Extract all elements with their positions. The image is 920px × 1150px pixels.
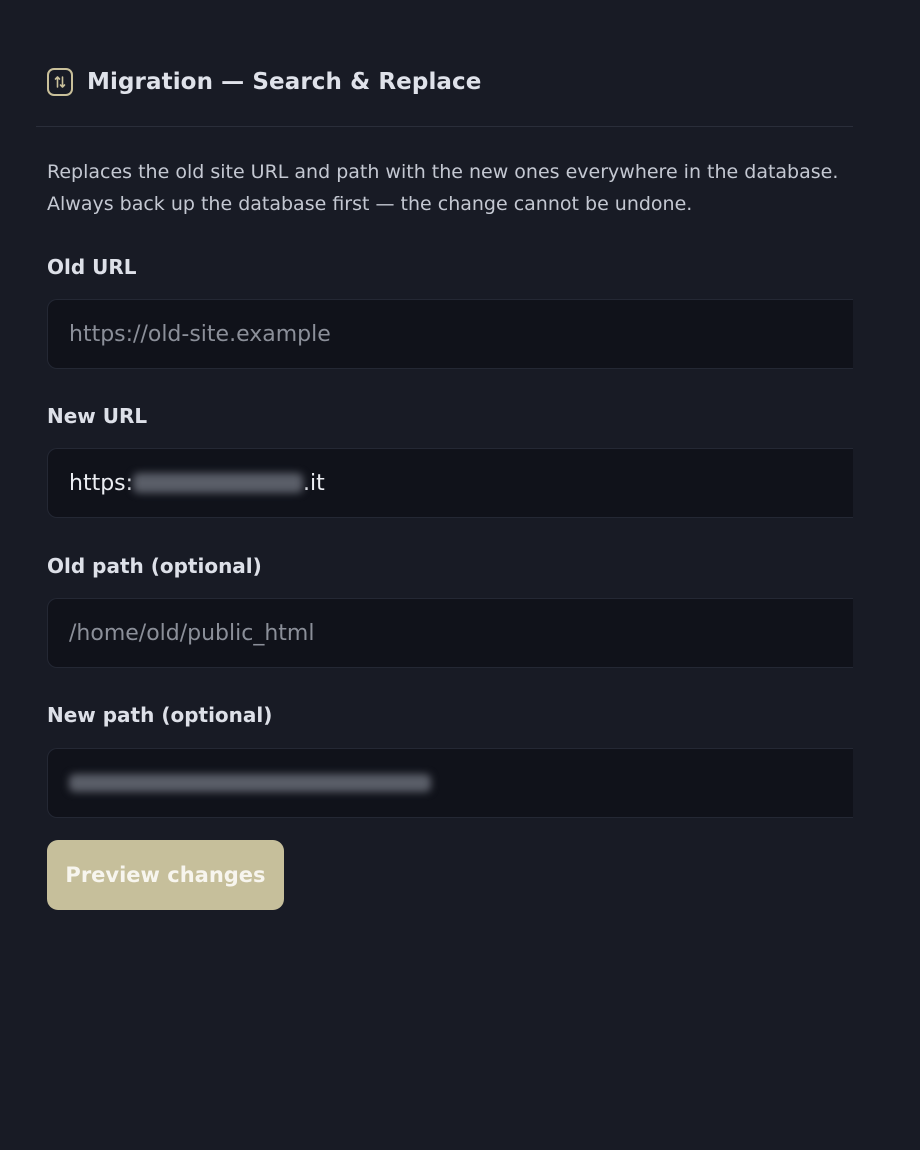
old-url-placeholder: https://old-site.example	[69, 321, 331, 347]
panel-title: Migration — Search & Replace	[87, 69, 482, 95]
old-path-label: Old path (optional)	[47, 554, 262, 578]
new-url-value-prefix: https:	[69, 470, 134, 496]
migration-description: Replaces the old site URL and path with …	[47, 161, 839, 215]
swap-vertical-icon-glyph	[54, 76, 66, 88]
new-path-label: New path (optional)	[47, 703, 273, 727]
panel-header: Migration — Search & Replace	[47, 64, 482, 100]
migration-panel: Migration — Search & Replace Replaces th…	[36, 0, 853, 1150]
new-url-input[interactable]: https: .it	[47, 448, 853, 518]
swap-vertical-icon	[47, 68, 73, 96]
header-divider	[36, 126, 853, 127]
preview-changes-button[interactable]: Preview changes	[47, 840, 284, 910]
redacted-text	[133, 473, 304, 493]
new-url-label: New URL	[47, 404, 148, 428]
old-path-input[interactable]: /home/old/public_html	[47, 598, 853, 668]
old-url-label: Old URL	[47, 255, 137, 279]
old-path-placeholder: /home/old/public_html	[69, 620, 315, 646]
old-url-input[interactable]: https://old-site.example	[47, 299, 853, 369]
redacted-text	[69, 774, 431, 792]
new-path-input[interactable]	[47, 748, 853, 818]
new-url-value-suffix: .it	[303, 470, 325, 496]
